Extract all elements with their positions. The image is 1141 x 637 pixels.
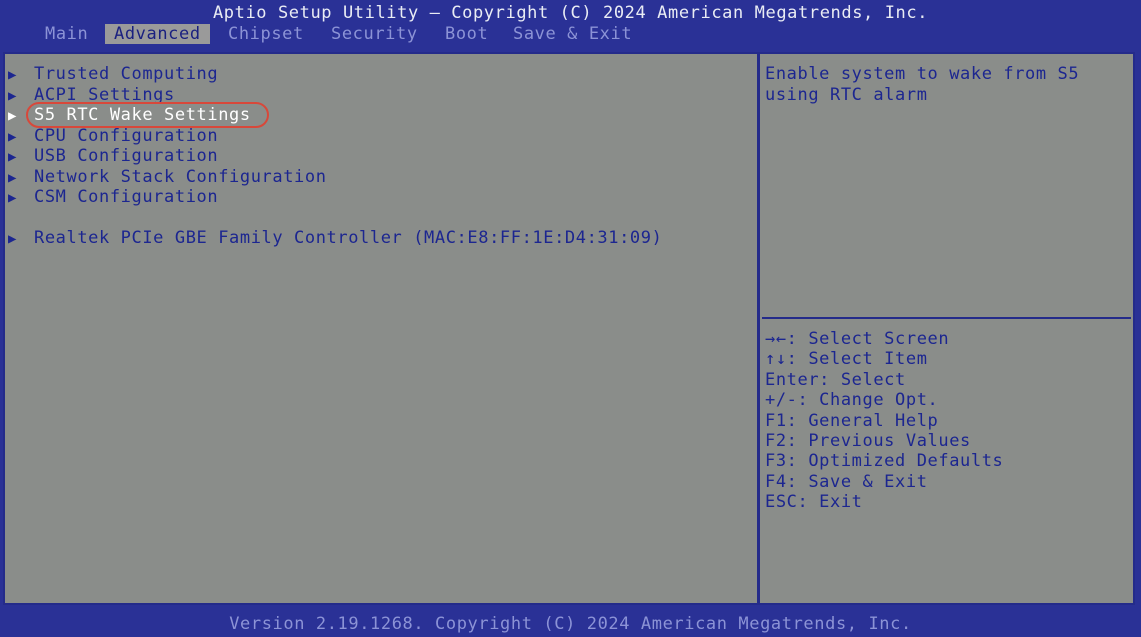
submenu-arrow-icon: ▶ [8,169,18,186]
submenu-arrow-icon: ▶ [8,149,18,165]
key-hint-f4: F4: Save & Exit [765,471,928,492]
submenu-arrow-icon: ▶ [8,128,18,145]
menu-item-csm-configuration[interactable]: ▶ CSM Configuration [8,187,218,207]
submenu-arrow-icon: ▶ [8,67,18,83]
menu-item-label: S5 RTC Wake Settings [34,105,251,125]
menu-item-usb-configuration[interactable]: ▶ USB Configuration [8,146,218,166]
tab-advanced[interactable]: Advanced [105,24,210,44]
bios-screen: Aptio Setup Utility – Copyright (C) 2024… [0,0,1141,637]
key-legend: →←: Select Screen ↑↓: Select Item Enter:… [765,329,1125,513]
help-description: Enable system to wake from S5 using RTC … [765,64,1125,105]
menu-item-acpi-settings[interactable]: ▶ ACPI Settings [8,85,175,105]
key-hint-select-item: ↑↓: Select Item [765,349,928,370]
tab-save-exit[interactable]: Save & Exit [504,24,641,44]
panel-divider [757,54,760,604]
key-hint-f3: F3: Optimized Defaults [765,451,1004,472]
key-hint-enter: Enter: Select [765,369,906,390]
submenu-arrow-icon: ▶ [8,108,18,124]
title-bar: Aptio Setup Utility – Copyright (C) 2024… [0,0,1141,24]
help-line: Enable system to wake from S5 [765,64,1080,84]
menu-item-trusted-computing[interactable]: ▶ Trusted Computing [8,64,218,84]
key-hint-f2: F2: Previous Values [765,430,971,451]
menu-item-label: ACPI Settings [34,84,175,105]
tab-chipset[interactable]: Chipset [219,24,313,44]
menu-item-cpu-configuration[interactable]: ▶ CPU Configuration [8,126,218,146]
menu-item-label: Realtek PCIe GBE Family Controller (MAC:… [34,228,663,248]
menu-item-network-stack-configuration[interactable]: ▶ Network Stack Configuration [8,167,327,187]
tab-main[interactable]: Main [36,24,97,44]
help-keys-divider [762,317,1131,319]
menu-item-label: USB Configuration [34,146,219,166]
key-hint-change-opt: +/-: Change Opt. [765,390,939,411]
menu-item-label: Network Stack Configuration [34,166,327,187]
menu-item-label: CPU Configuration [34,125,219,146]
menu-item-realtek-nic[interactable]: ▶ Realtek PCIe GBE Family Controller (MAC… [8,228,662,248]
menu-item-label: CSM Configuration [34,187,219,207]
tab-bar: Main Advanced Chipset Security Boot Save… [0,24,1141,44]
version-footer: Version 2.19.1268. Copyright (C) 2024 Am… [0,613,1141,637]
menu-item-label: Trusted Computing [34,64,219,84]
submenu-arrow-icon: ▶ [8,231,18,247]
submenu-arrow-icon: ▶ [8,87,18,104]
key-hint-f1: F1: General Help [765,410,939,431]
tab-security[interactable]: Security [322,24,427,44]
key-hint-esc: ESC: Exit [765,492,863,513]
help-line: using RTC alarm [765,84,928,105]
tab-boot[interactable]: Boot [436,24,497,44]
key-hint-select-screen: →←: Select Screen [765,329,950,349]
menu-item-s5-rtc-wake-settings[interactable]: ▶ S5 RTC Wake Settings [8,105,251,125]
submenu-arrow-icon: ▶ [8,190,18,206]
